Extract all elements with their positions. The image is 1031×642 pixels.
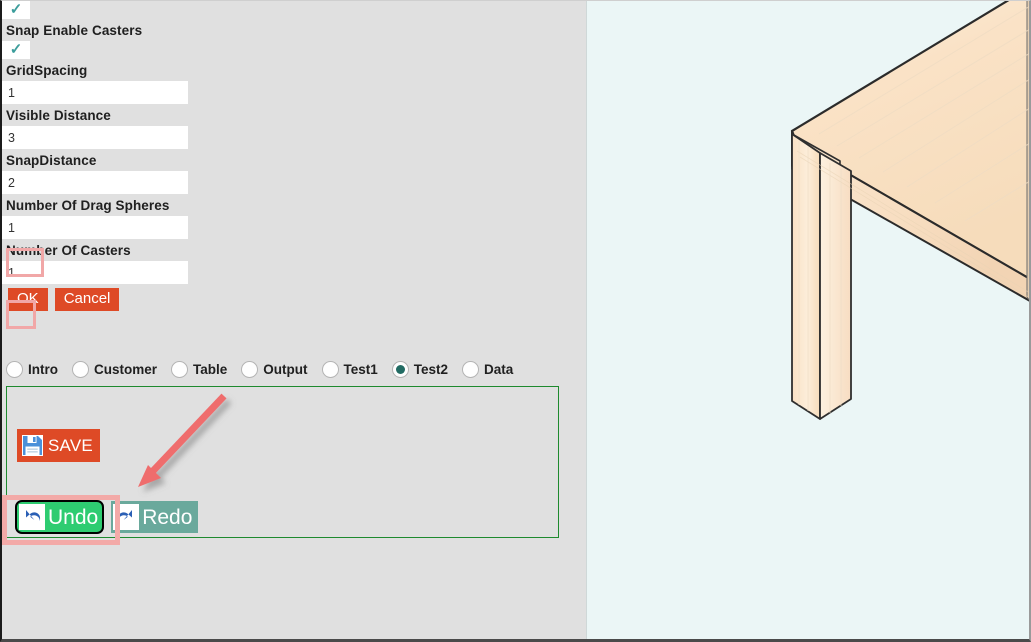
snapdistance-input[interactable]	[2, 171, 188, 194]
gridspacing-label: GridSpacing	[6, 63, 88, 78]
radio-output[interactable]: Output	[241, 361, 308, 378]
radio-label: Table	[193, 362, 228, 377]
form-button-row: OK Cancel	[2, 284, 192, 312]
radio-label: Output	[263, 362, 308, 377]
radio-label: Customer	[94, 362, 158, 377]
radio-test1[interactable]: Test1	[321, 361, 378, 378]
visible-distance-label: Visible Distance	[6, 108, 111, 123]
snap-enable-casters-label: Snap Enable Casters	[6, 23, 143, 38]
table-3d-render	[587, 1, 1029, 639]
action-panel: SAVE Undo Redo	[6, 386, 559, 538]
cancel-button[interactable]: Cancel	[54, 288, 120, 312]
model-viewport-3d[interactable]	[586, 1, 1029, 639]
radio-customer[interactable]: Customer	[72, 361, 157, 378]
radio-circle-icon	[241, 361, 259, 378]
application-window: ✓ Snap Enable Casters ✓ GridSpacing Visi…	[0, 0, 1031, 642]
radio-label: Data	[484, 362, 514, 377]
redo-button[interactable]: Redo	[111, 501, 199, 533]
radio-circle-icon	[171, 361, 189, 378]
radio-circle-icon	[462, 361, 480, 378]
radio-data[interactable]: Data	[462, 361, 513, 378]
redo-arrow-icon	[113, 504, 140, 530]
radio-table[interactable]: Table	[171, 361, 227, 378]
undo-button[interactable]: Undo	[15, 500, 105, 534]
save-button[interactable]: SAVE	[17, 429, 100, 462]
snapdistance-label: SnapDistance	[6, 153, 97, 168]
settings-panel: ✓ Snap Enable Casters ✓ GridSpacing Visi…	[2, 1, 586, 639]
ok-button[interactable]: OK	[8, 288, 48, 312]
checkmark-icon: ✓	[9, 40, 23, 58]
undo-button-label: Undo	[48, 505, 99, 529]
radio-intro[interactable]: Intro	[6, 361, 58, 378]
radio-circle-icon	[6, 361, 23, 378]
snap-enable-casters-top-checkbox[interactable]: ✓	[2, 1, 30, 19]
radio-circle-selected-icon	[391, 361, 409, 378]
gridspacing-input[interactable]	[2, 81, 188, 104]
settings-form: ✓ Snap Enable Casters ✓ GridSpacing Visi…	[2, 1, 192, 312]
number-of-drag-spheres-input[interactable]	[2, 216, 188, 239]
radio-test2[interactable]: Test2	[391, 361, 449, 378]
radio-label: Test2	[413, 362, 449, 377]
number-of-casters-label: Number Of Casters	[6, 243, 131, 258]
radio-circle-icon	[72, 361, 89, 378]
redo-button-label: Redo	[142, 505, 193, 529]
radio-label: Test1	[343, 362, 378, 377]
undo-arrow-icon	[19, 504, 45, 530]
number-of-drag-spheres-label: Number Of Drag Spheres	[6, 198, 170, 213]
number-of-casters-input[interactable]	[2, 261, 188, 284]
radio-label: Intro	[28, 362, 58, 377]
snap-enable-casters-checkbox[interactable]: ✓	[2, 41, 30, 59]
view-mode-radio-group: Intro Customer Table Output Test1 Test2	[6, 361, 527, 378]
visible-distance-input[interactable]	[2, 126, 188, 149]
undo-redo-bar: Undo Redo	[15, 500, 199, 534]
checkmark-icon: ✓	[9, 0, 23, 18]
floppy-disk-icon	[21, 434, 44, 457]
save-button-label: SAVE	[48, 436, 93, 455]
radio-circle-icon	[321, 361, 339, 378]
